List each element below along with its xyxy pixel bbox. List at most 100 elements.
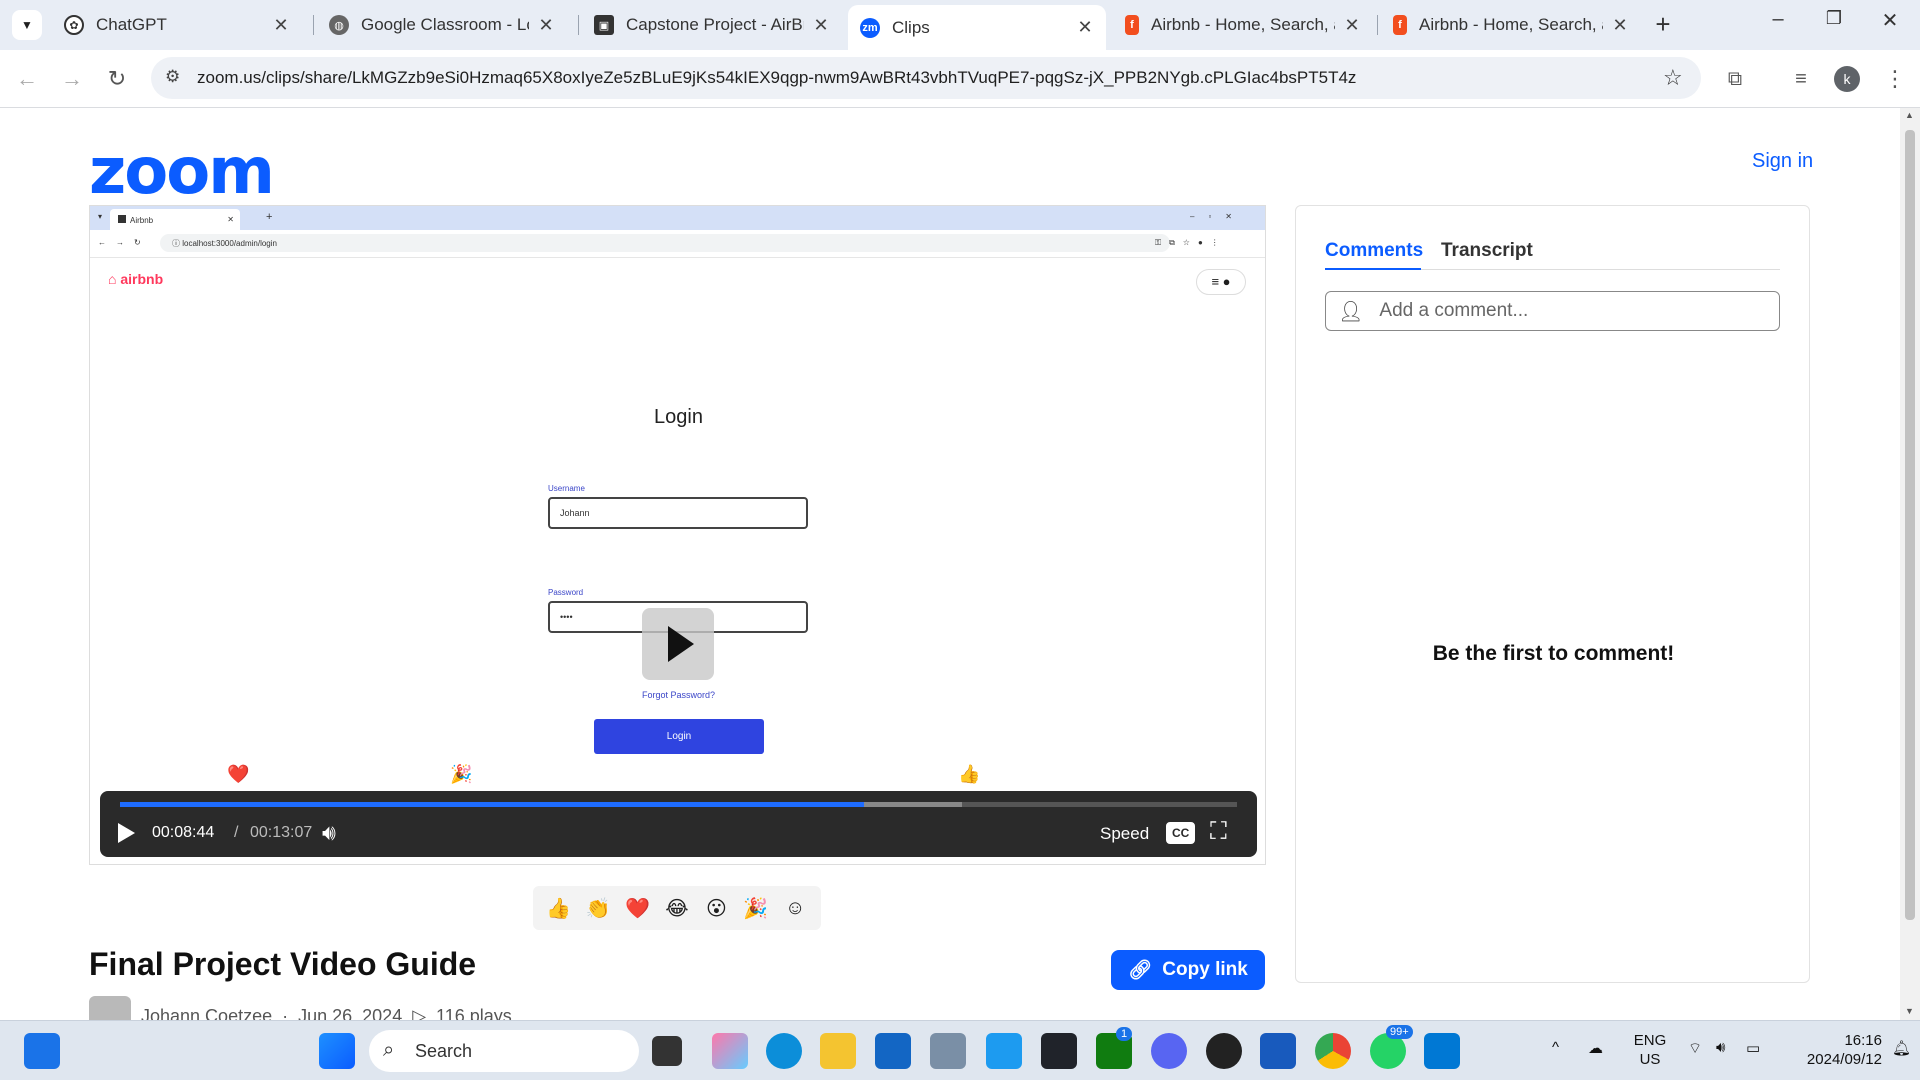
media-control-icon[interactable]: ≡ xyxy=(1786,64,1816,94)
tab-search-dropdown-icon[interactable]: ▼ xyxy=(12,10,42,40)
discord-icon[interactable] xyxy=(1151,1033,1187,1069)
twitter-icon[interactable] xyxy=(986,1033,1022,1069)
forgot-password-link: Forgot Password? xyxy=(641,690,716,700)
tab-transcript[interactable]: Transcript xyxy=(1441,240,1533,262)
plays-icon: ▷ xyxy=(412,1005,427,1021)
play-button[interactable] xyxy=(116,822,136,844)
timeline-reaction-marker[interactable]: 🎉 xyxy=(450,764,472,785)
minimize-button[interactable]: – xyxy=(1760,8,1796,40)
file-explorer-icon[interactable] xyxy=(820,1033,856,1069)
tab-chatgpt[interactable]: ✿ ChatGPT ✕ xyxy=(52,7,302,43)
menu-kebab-icon[interactable]: ⋮ xyxy=(1880,64,1910,94)
task-view-icon[interactable] xyxy=(652,1036,682,1066)
play-overlay-button[interactable] xyxy=(642,608,714,680)
sign-in-link[interactable]: Sign in xyxy=(1752,150,1813,173)
tab-google-classroom[interactable]: ◍ Google Classroom - Login ✕ xyxy=(317,7,567,43)
wifi-icon[interactable]: ⌔ xyxy=(1688,1039,1702,1058)
avatar xyxy=(89,996,131,1020)
edge-icon[interactable] xyxy=(766,1033,802,1069)
close-icon[interactable]: ✕ xyxy=(272,15,290,36)
close-icon[interactable]: ✕ xyxy=(1343,15,1361,36)
clap-reaction[interactable]: 👏 xyxy=(583,896,613,921)
onedrive-icon[interactable]: ☁ xyxy=(1588,1039,1603,1057)
site-info-icon[interactable]: ⚙ xyxy=(165,67,180,87)
fullscreen-icon[interactable]: ⛶ xyxy=(1210,818,1227,846)
new-tab-button[interactable]: + xyxy=(1648,10,1678,40)
chrome-icon[interactable] xyxy=(1315,1033,1351,1069)
word-icon[interactable] xyxy=(1260,1033,1296,1069)
close-icon[interactable]: ✕ xyxy=(537,15,555,36)
window-close-button[interactable]: ✕ xyxy=(1872,8,1908,40)
heart-reaction[interactable]: ❤️ xyxy=(623,896,653,921)
close-icon[interactable]: ✕ xyxy=(1076,17,1094,38)
thumbs-up-reaction[interactable]: 👍 xyxy=(544,896,574,921)
photos-icon[interactable] xyxy=(930,1033,966,1069)
close-icon[interactable]: ✕ xyxy=(1611,15,1629,36)
page-scrollbar[interactable]: ▲ ▼ xyxy=(1900,108,1920,1020)
profile-avatar[interactable]: k xyxy=(1834,66,1860,92)
tray-chevron-icon[interactable]: ^ xyxy=(1552,1039,1559,1056)
scroll-up-icon[interactable]: ▲ xyxy=(1905,110,1914,120)
battery-icon[interactable]: ▭ xyxy=(1746,1039,1760,1057)
airbnb-user-menu: ≡ ● xyxy=(1196,269,1246,295)
figma-icon: f xyxy=(1125,15,1139,35)
party-reaction[interactable]: 🎉 xyxy=(741,896,771,921)
scroll-thumb[interactable] xyxy=(1905,130,1915,920)
speed-button[interactable]: Speed xyxy=(1100,824,1149,844)
timeline-reaction-marker[interactable]: 👍 xyxy=(958,764,980,785)
progress-bar[interactable] xyxy=(120,802,1237,807)
extensions-icon[interactable]: ⧉ xyxy=(1720,64,1750,94)
close-icon[interactable]: ✕ xyxy=(812,15,830,36)
recorded-tab-dropdown-icon: ▾ xyxy=(98,212,103,221)
copy-link-button[interactable]: 🔗︎ Copy link xyxy=(1111,950,1265,990)
forward-button[interactable]: → xyxy=(57,64,87,94)
page-content: zoom Sign in ▾ Airbnb ✕ + –▫✕ ←→↻ ⓘ local… xyxy=(0,108,1900,1020)
recorded-nav-icons: ←→↻ xyxy=(98,238,151,247)
empty-comments-message: Be the first to comment! xyxy=(1432,642,1675,665)
add-reaction-icon[interactable]: ☺ xyxy=(780,897,810,920)
xbox-icon[interactable]: 1 xyxy=(1096,1027,1133,1069)
clock[interactable]: 16:16 2024/09/12 xyxy=(1772,1031,1882,1069)
scroll-down-icon[interactable]: ▼ xyxy=(1905,1006,1914,1016)
tab-capstone[interactable]: ▣ Capstone Project - AirBnb ✕ xyxy=(582,7,842,43)
reload-button[interactable]: ↻ xyxy=(102,64,132,94)
bookmark-star-icon[interactable]: ☆ xyxy=(1663,65,1683,91)
duration: 00:13:07 xyxy=(250,824,313,841)
tab-airbnb-figma-2[interactable]: f Airbnb - Home, Search, an ✕ xyxy=(1381,7,1641,43)
language-indicator[interactable]: ENG US xyxy=(1628,1031,1672,1069)
store-icon[interactable] xyxy=(875,1033,911,1069)
whatsapp-icon[interactable]: 99+ xyxy=(1370,1025,1413,1069)
laugh-reaction[interactable]: 😂 xyxy=(662,896,692,921)
notifications-bell-icon[interactable]: 🔔︎ xyxy=(1892,1039,1911,1057)
react-devtools-icon[interactable] xyxy=(1041,1033,1077,1069)
volume-icon[interactable]: 🔊︎ xyxy=(322,820,336,846)
url-bar[interactable]: ⚙ zoom.us/clips/share/LkMGZzb9eSi0Hzmaq6… xyxy=(151,57,1701,99)
taskbar-search[interactable]: ⌕ Search xyxy=(369,1030,639,1072)
current-time: 00:08:44 xyxy=(152,824,215,841)
video-player[interactable]: ▾ Airbnb ✕ + –▫✕ ←→↻ ⓘ localhost:3000/adm… xyxy=(89,205,1266,865)
play-count: 116 plays xyxy=(436,1005,512,1021)
wow-reaction[interactable]: 😮 xyxy=(701,896,731,921)
play-icon xyxy=(668,626,694,662)
restore-button[interactable]: ❐ xyxy=(1816,8,1852,40)
tab-clips[interactable]: zm Clips ✕ xyxy=(848,5,1106,50)
tab-airbnb-figma-1[interactable]: f Airbnb - Home, Search, an ✕ xyxy=(1113,7,1373,43)
captions-button[interactable]: CC xyxy=(1166,822,1196,844)
tab-comments[interactable]: Comments xyxy=(1325,240,1423,262)
clip-title: Final Project Video Guide xyxy=(89,946,477,982)
recorded-tab: Airbnb ✕ xyxy=(110,209,240,230)
vscode-icon[interactable] xyxy=(1424,1033,1460,1069)
volume-icon[interactable]: 🔊︎ xyxy=(1716,1039,1725,1056)
user-icon: 👤︎ xyxy=(1338,300,1364,323)
xbox-app-icon[interactable] xyxy=(1206,1033,1242,1069)
zoom-logo[interactable]: zoom xyxy=(89,135,275,209)
start-icon[interactable] xyxy=(319,1033,355,1069)
back-button[interactable]: ← xyxy=(12,64,42,94)
comment-input[interactable]: 👤︎ Add a comment... xyxy=(1325,291,1780,331)
widgets-icon[interactable] xyxy=(24,1033,60,1069)
timeline-reaction-marker[interactable]: ❤️ xyxy=(227,764,249,785)
recorded-new-tab-icon: + xyxy=(266,211,273,223)
copilot-icon[interactable] xyxy=(712,1033,748,1069)
video-controls: 00:08:44 / 00:13:07 🔊︎ Speed CC ⛶ xyxy=(100,791,1257,857)
recorded-login-button: Login xyxy=(594,719,764,754)
